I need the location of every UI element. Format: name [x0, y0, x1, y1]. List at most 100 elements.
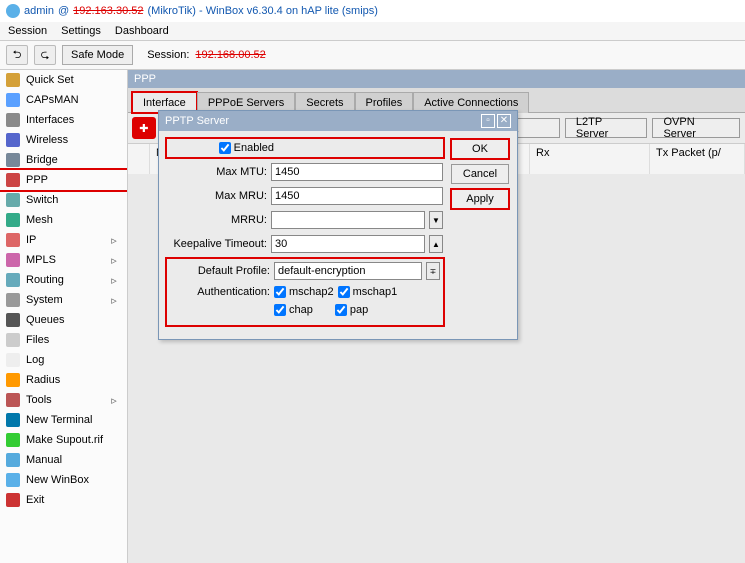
sidebar-item-system[interactable]: System ▹	[0, 290, 127, 310]
sidebar-item-label: Log	[26, 354, 44, 366]
title-user: admin	[24, 5, 54, 17]
sidebar-icon	[6, 273, 20, 287]
session-toolbar: ⮌ ⮎ Safe Mode Session: 192.168.00.52	[0, 41, 745, 70]
sidebar-icon	[6, 93, 20, 107]
forward-button[interactable]: ⮎	[34, 45, 56, 65]
sidebar-item-label: Queues	[26, 314, 65, 326]
sidebar-item-queues[interactable]: Queues	[0, 310, 127, 330]
keepalive-label: Keepalive Timeout:	[167, 238, 267, 250]
keepalive-input[interactable]	[271, 235, 425, 253]
sidebar-item-routing[interactable]: Routing ▹	[0, 270, 127, 290]
sidebar-item-bridge[interactable]: Bridge	[0, 150, 127, 170]
dialog-form: Enabled Max MTU: Max MRU: MRRU:	[167, 139, 443, 331]
mrru-input[interactable]	[271, 211, 425, 229]
chevron-right-icon: ▹	[107, 294, 121, 307]
session-label: Session:	[147, 49, 189, 61]
default-profile-dropdown-icon[interactable]: ∓	[426, 262, 440, 280]
sidebar-item-label: Mesh	[26, 214, 53, 226]
menu-session[interactable]: Session	[8, 25, 47, 37]
chevron-right-icon: ▹	[107, 234, 121, 247]
sidebar-item-label: System	[26, 294, 63, 306]
sidebar-icon	[6, 333, 20, 347]
sidebar-item-mpls[interactable]: MPLS ▹	[0, 250, 127, 270]
sidebar-item-manual[interactable]: Manual	[0, 450, 127, 470]
sidebar-item-log[interactable]: Log	[0, 350, 127, 370]
sidebar-icon	[6, 493, 20, 507]
sidebar-icon	[6, 353, 20, 367]
enabled-checkbox[interactable]: Enabled	[219, 142, 274, 154]
ovpn-server-button[interactable]: OVPN Server	[652, 118, 740, 138]
sidebar-item-make-supout-rif[interactable]: Make Supout.rif	[0, 430, 127, 450]
sidebar-item-files[interactable]: Files	[0, 330, 127, 350]
back-button[interactable]: ⮌	[6, 45, 28, 65]
pptp-server-dialog: PPTP Server ▫ ✕ Enabled Ma	[158, 110, 518, 340]
sidebar-icon	[6, 233, 20, 247]
sidebar-item-label: New Terminal	[26, 414, 92, 426]
sidebar-item-label: MPLS	[26, 254, 56, 266]
sidebar-item-exit[interactable]: Exit	[0, 490, 127, 510]
auth-chap[interactable]: chap	[274, 304, 313, 316]
sidebar-item-capsman[interactable]: CAPsMAN	[0, 90, 127, 110]
mrru-spin-icon[interactable]: ▼	[429, 211, 443, 229]
sidebar-item-label: PPP	[26, 174, 48, 186]
close-icon[interactable]: ✕	[497, 114, 511, 128]
session-value: 192.168.00.52	[195, 49, 265, 61]
max-mtu-input[interactable]	[271, 163, 443, 181]
enabled-input[interactable]	[219, 142, 231, 154]
max-mru-input[interactable]	[271, 187, 443, 205]
default-profile-label: Default Profile:	[170, 265, 270, 277]
app-icon	[6, 4, 20, 18]
sidebar-item-tools[interactable]: Tools▹	[0, 390, 127, 410]
chevron-right-icon: ▹	[107, 254, 121, 267]
ppp-window-title: PPP	[128, 70, 745, 88]
l2tp-server-button[interactable]: L2TP Server	[565, 118, 648, 138]
menubar: Session Settings Dashboard	[0, 22, 745, 41]
dialog-title: PPTP Server	[165, 115, 229, 127]
auth-pap[interactable]: pap	[335, 304, 368, 316]
sidebar-item-ppp[interactable]: PPP	[0, 170, 127, 190]
col-rx[interactable]: Rx	[530, 144, 650, 174]
sidebar-item-label: Files	[26, 334, 49, 346]
sidebar-item-label: Bridge	[26, 154, 58, 166]
sidebar-item-new-winbox[interactable]: New WinBox	[0, 470, 127, 490]
sidebar-item-ip[interactable]: IP ▹	[0, 230, 127, 250]
ok-button[interactable]: OK	[451, 139, 509, 159]
dialog-titlebar[interactable]: PPTP Server ▫ ✕	[159, 111, 517, 131]
sidebar-item-mesh[interactable]: Mesh	[0, 210, 127, 230]
sidebar-icon	[6, 193, 20, 207]
sidebar-icon	[6, 293, 20, 307]
max-mru-label: Max MRU:	[167, 190, 267, 202]
menu-settings[interactable]: Settings	[61, 25, 101, 37]
menu-dashboard[interactable]: Dashboard	[115, 25, 169, 37]
col-tx-packet[interactable]: Tx Packet (p/	[650, 144, 745, 174]
sidebar-icon	[6, 473, 20, 487]
auth-mschap1[interactable]: mschap1	[338, 286, 398, 298]
sidebar-item-new-terminal[interactable]: New Terminal	[0, 410, 127, 430]
safe-mode-button[interactable]: Safe Mode	[62, 45, 133, 65]
sidebar-item-label: Interfaces	[26, 114, 74, 126]
keepalive-spin-icon[interactable]: ▲	[429, 235, 443, 253]
default-profile-input[interactable]	[274, 262, 422, 280]
sidebar-item-label: IP	[26, 234, 36, 246]
ppp-tabs: Interface PPPoE Servers Secrets Profiles…	[128, 88, 745, 112]
dialog-buttons: OK Cancel Apply	[451, 139, 509, 331]
sidebar-item-label: Routing	[26, 274, 64, 286]
sidebar-icon	[6, 413, 20, 427]
sidebar-icon	[6, 153, 20, 167]
cancel-button[interactable]: Cancel	[451, 164, 509, 184]
window-titlebar: admin@192.163.30.52 (MikroTik) - WinBox …	[0, 0, 745, 22]
sidebar-icon	[6, 133, 20, 147]
sidebar-item-interfaces[interactable]: Interfaces	[0, 110, 127, 130]
sidebar-item-wireless[interactable]: Wireless	[0, 130, 127, 150]
sidebar-item-label: Make Supout.rif	[26, 434, 103, 446]
chevron-right-icon: ▹	[107, 274, 121, 287]
sidebar-item-radius[interactable]: Radius	[0, 370, 127, 390]
auth-mschap2[interactable]: mschap2	[274, 286, 334, 298]
sidebar-icon	[6, 113, 20, 127]
dialog-menu-icon[interactable]: ▫	[481, 114, 495, 128]
sidebar-item-switch[interactable]: Switch	[0, 190, 127, 210]
add-button[interactable]: ✚	[133, 118, 155, 138]
sidebar-item-quick-set[interactable]: Quick Set	[0, 70, 127, 90]
sidebar-icon	[6, 453, 20, 467]
apply-button[interactable]: Apply	[451, 189, 509, 209]
